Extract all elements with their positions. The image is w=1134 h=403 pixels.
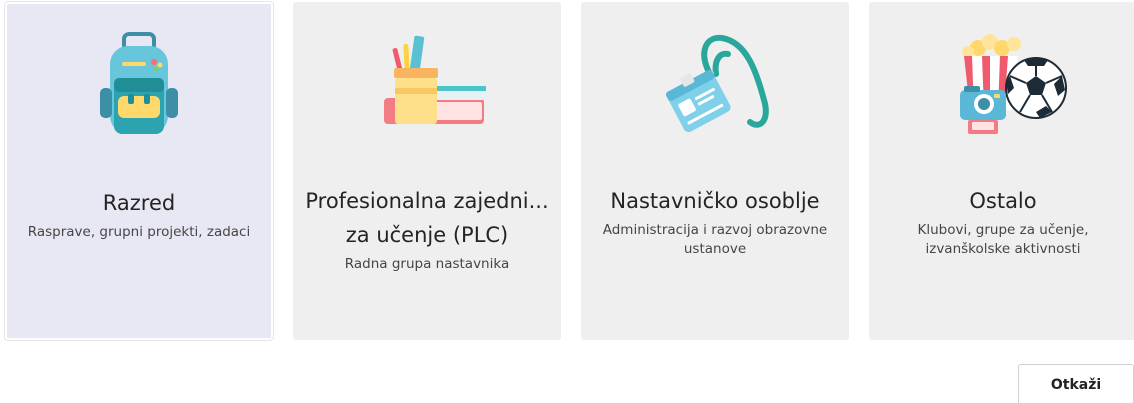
card-title-line-1: Profesionalna zajedni... bbox=[305, 189, 549, 213]
card-art bbox=[581, 30, 849, 140]
popcorn-camera-ball-icon bbox=[960, 34, 1067, 134]
card-art bbox=[7, 32, 271, 142]
books-pencils-icon bbox=[384, 35, 486, 124]
card-description-line-1: Klubovi, grupe za učenje, bbox=[917, 222, 1089, 238]
card-description-line-2: izvanškolske aktivnosti bbox=[925, 241, 1081, 257]
card-title: Ostalo bbox=[969, 189, 1037, 213]
team-type-card-staff[interactable]: Nastavničko osoblje Administracija i raz… bbox=[581, 2, 849, 340]
card-art bbox=[293, 30, 561, 140]
card-description-line-2: ustanove bbox=[683, 241, 747, 257]
card-title-line-2: za učenje (PLC) bbox=[345, 223, 509, 247]
card-art bbox=[869, 30, 1134, 140]
team-type-card-other[interactable]: Ostalo Klubovi, grupe za učenje, izvanšk… bbox=[869, 2, 1134, 340]
card-description-line-1: Administracija i razvoj obrazovne bbox=[602, 222, 828, 238]
backpack-icon bbox=[100, 32, 178, 134]
team-type-card-class[interactable]: Razred Rasprave, grupni projekti, zadaci bbox=[5, 2, 273, 340]
id-badge-lanyard-icon bbox=[665, 34, 769, 133]
card-title: Nastavničko osoblje bbox=[610, 189, 820, 213]
card-description: Rasprave, grupni projekti, zadaci bbox=[27, 224, 251, 240]
team-type-card-plc[interactable]: Profesionalna zajedni... za učenje (PLC)… bbox=[293, 2, 561, 340]
card-title: Razred bbox=[102, 191, 176, 215]
team-type-picker: Razred Rasprave, grupni projekti, zadaci… bbox=[0, 0, 1134, 403]
card-description: Radna grupa nastavnika bbox=[344, 256, 510, 272]
cancel-button[interactable]: Otkaži bbox=[1018, 364, 1134, 403]
